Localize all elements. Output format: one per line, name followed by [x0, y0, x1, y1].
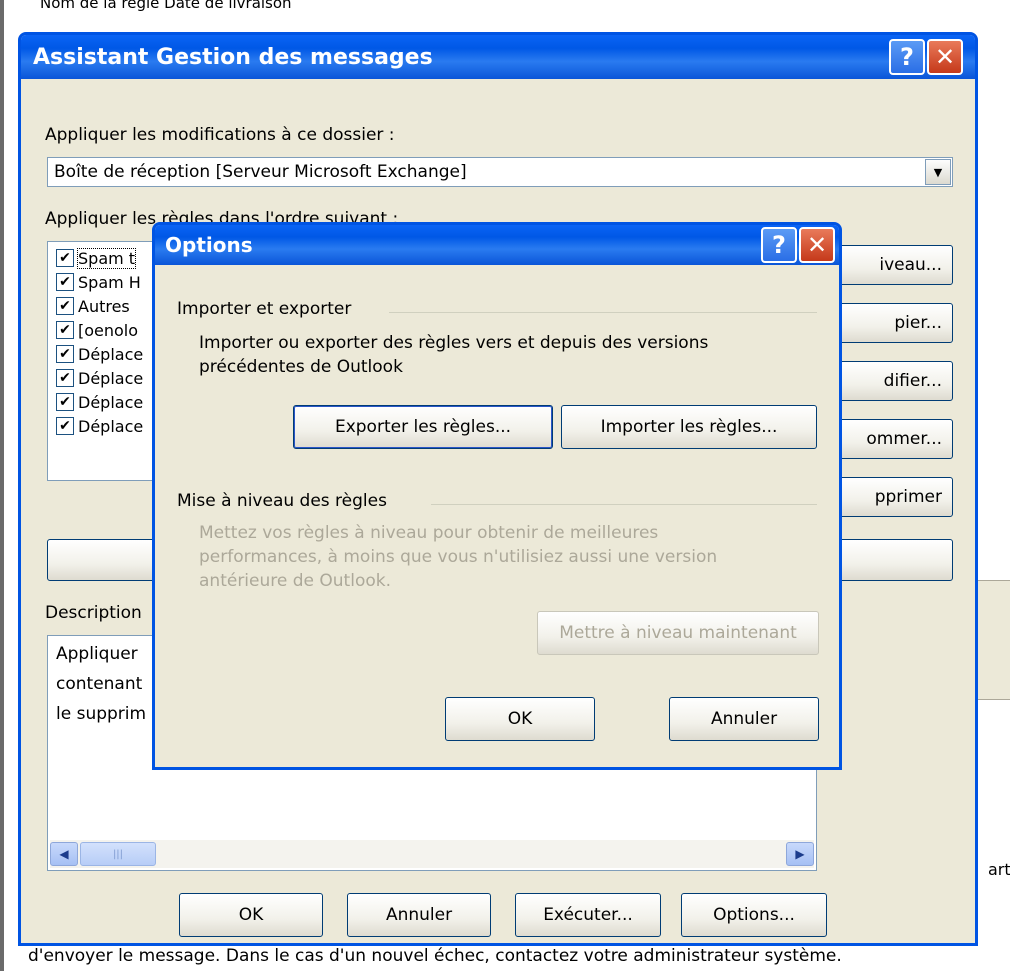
window-title: Assistant Gestion des messages — [33, 44, 433, 70]
import-rules-button[interactable]: Importer les règles... — [561, 405, 817, 449]
rule-label: Autres — [78, 296, 130, 316]
rule-checkbox[interactable]: ✔ — [56, 321, 74, 339]
background-window-edge — [0, 0, 4, 971]
chevron-left-icon: ◀ — [59, 847, 69, 861]
description-line: le supprim — [56, 704, 147, 724]
rule-checkbox[interactable]: ✔ — [56, 369, 74, 387]
rules-wizard-titlebar[interactable]: Assistant Gestion des messages — [21, 35, 975, 79]
background-text-fragment: arti — [988, 860, 1010, 879]
question-icon: ? — [900, 43, 914, 71]
import-export-description: Importer ou exporter des règles vers et … — [199, 333, 709, 377]
options-help-button[interactable]: ? — [761, 227, 797, 263]
rule-label: Déplace — [78, 392, 144, 412]
ok-button[interactable]: OK — [179, 893, 323, 937]
group-separator — [431, 504, 817, 505]
folder-select-value: Boîte de réception [Serveur Microsoft Ex… — [54, 162, 467, 182]
folder-select[interactable]: Boîte de réception [Serveur Microsoft Ex… — [47, 157, 953, 187]
upgrade-now-button[interactable]: Mettre à niveau maintenant — [537, 611, 819, 655]
rule-checkbox[interactable]: ✔ — [56, 393, 74, 411]
cancel-button[interactable]: Annuler — [347, 893, 491, 937]
delete-rule-button[interactable]: pprimer — [825, 477, 953, 517]
rule-checkbox[interactable]: ✔ — [56, 297, 74, 315]
rule-checkbox[interactable]: ✔ — [56, 249, 74, 267]
options-dialog: Options ? ✕ Importer et exporter Importe… — [152, 222, 842, 770]
options-cancel-button[interactable]: Annuler — [669, 697, 819, 741]
copy-rule-button[interactable]: pier... — [825, 303, 953, 343]
group-separator — [389, 312, 817, 313]
run-rules-button[interactable]: Exécuter... — [515, 893, 661, 937]
close-icon: ✕ — [806, 231, 828, 259]
options-button[interactable]: Options... — [681, 893, 827, 937]
rename-rule-button[interactable]: ommer... — [825, 419, 953, 459]
rule-label: Déplace — [78, 344, 144, 364]
rule-checkbox[interactable]: ✔ — [56, 345, 74, 363]
rule-label: [oenolo — [78, 320, 139, 340]
upgrade-description: Mettez vos règles à niveau pour obtenir … — [199, 523, 718, 591]
chevron-right-icon: ▶ — [795, 847, 805, 861]
modify-rule-button[interactable]: difier... — [825, 361, 953, 401]
upgrade-group-label: Mise à niveau des règles — [177, 491, 387, 511]
grip-icon: ||| — [112, 848, 124, 860]
description-label: Description — [45, 603, 142, 623]
options-close-button[interactable]: ✕ — [799, 227, 835, 263]
rule-checkbox[interactable]: ✔ — [56, 273, 74, 291]
new-rule-button[interactable]: iveau... — [825, 245, 953, 285]
close-button[interactable]: ✕ — [927, 39, 963, 75]
import-export-group-label: Importer et exporter — [177, 299, 352, 319]
dropdown-arrow-button[interactable]: ▼ — [925, 159, 951, 185]
close-icon: ✕ — [934, 43, 956, 71]
rule-label: Spam H — [78, 272, 141, 292]
rule-label: Déplace — [78, 368, 144, 388]
scroll-right-button[interactable]: ▶ — [786, 842, 814, 866]
background-message-text: d'envoyer le message. Dans le cas d'un n… — [28, 946, 842, 966]
question-icon: ? — [772, 231, 786, 259]
horizontal-scrollbar[interactable]: ◀ ||| ▶ — [50, 840, 814, 868]
rule-checkbox[interactable]: ✔ — [56, 417, 74, 435]
scroll-left-button[interactable]: ◀ — [50, 842, 78, 866]
apply-folder-label: Appliquer les modifications à ce dossier… — [45, 125, 395, 145]
description-line: contenant — [56, 674, 143, 694]
options-ok-button[interactable]: OK — [445, 697, 595, 741]
export-rules-button[interactable]: Exporter les règles... — [293, 405, 553, 449]
chevron-down-icon: ▼ — [933, 165, 943, 179]
description-line: Appliquer — [56, 644, 138, 664]
options-titlebar[interactable]: Options — [155, 225, 839, 265]
options-title: Options — [165, 233, 253, 257]
rule-label: Spam t — [76, 247, 137, 269]
rule-label: Déplace — [78, 416, 144, 436]
background-column-headers: Nom de la règle Date de livraison — [40, 0, 292, 12]
help-button[interactable]: ? — [889, 39, 925, 75]
scroll-thumb[interactable]: ||| — [80, 842, 156, 866]
